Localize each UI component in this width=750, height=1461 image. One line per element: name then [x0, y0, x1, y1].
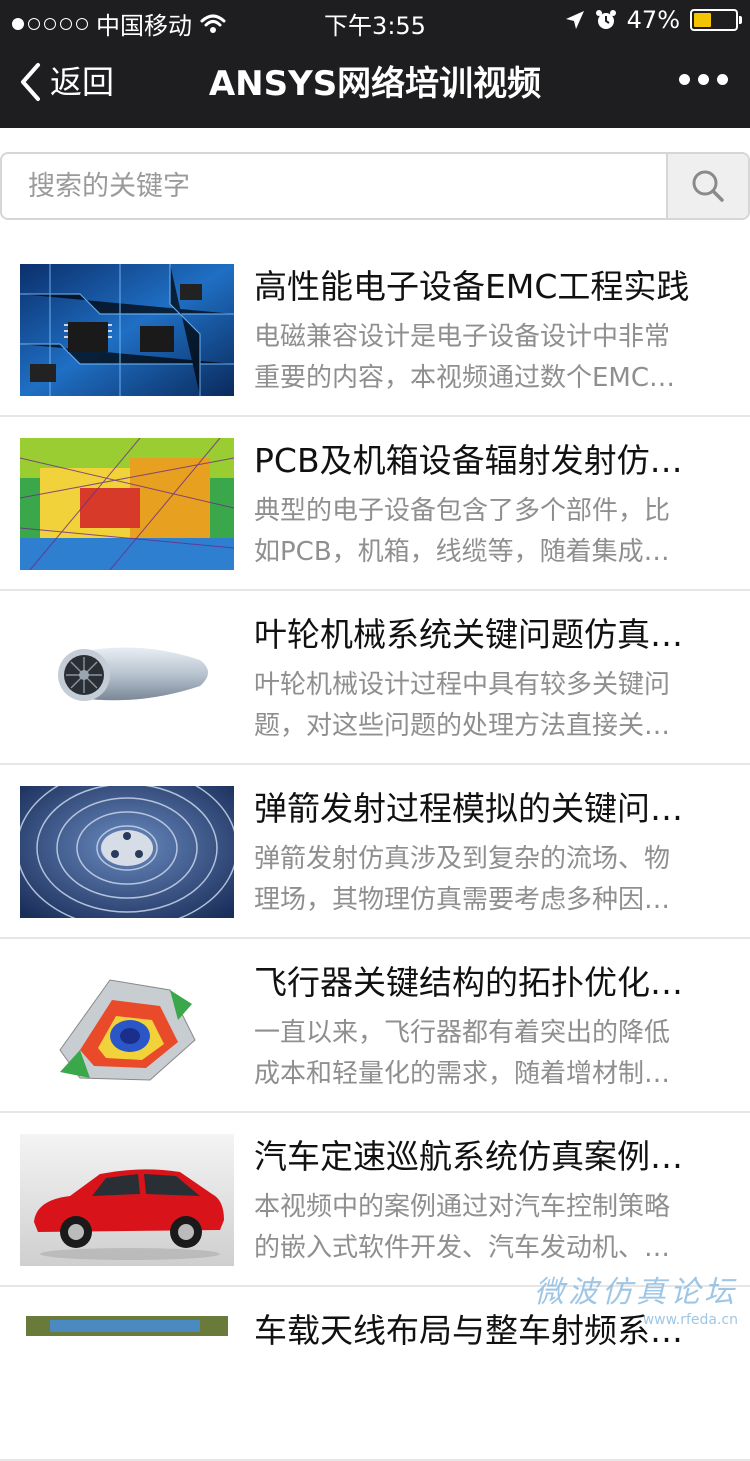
watermark-url: www.rfeda.cn — [642, 1312, 738, 1328]
thumbnail-topology-part — [20, 960, 234, 1092]
more-dot-icon — [679, 74, 690, 85]
more-dot-icon — [698, 74, 709, 85]
item-title: 飞行器关键结构的拓扑优化… — [254, 963, 683, 1002]
alarm-icon — [595, 10, 616, 29]
item-desc-line: 题，对这些问题的处理方法直接关… — [254, 711, 671, 741]
thumbnail-fan-grill — [20, 786, 234, 918]
item-description: 典型的电子设备包含了多个部件，比 如PCB，机箱，线缆等，随着集成… — [254, 491, 704, 573]
list-item[interactable]: 汽车定速巡航系统仿真案例… 本视频中的案例通过对汽车控制策略 的嵌入式软件开发、… — [0, 1113, 750, 1287]
item-desc-line: 一直以来，飞行器都有着突出的降低 — [254, 1018, 671, 1048]
watermark: 微波仿真论坛 www.rfeda.cn — [534, 1275, 738, 1329]
back-label: 返回 — [50, 63, 115, 101]
status-bar: 中国移动 下午3:55 47% — [0, 0, 750, 40]
item-desc-line: 弹箭发射仿真涉及到复杂的流场、物 — [254, 844, 671, 874]
item-description: 弹箭发射仿真涉及到复杂的流场、物 理场，其物理仿真需要考虑多种因… — [254, 839, 704, 921]
item-desc-line: 成本和轻量化的需求，随着增材制… — [254, 1059, 671, 1089]
item-desc-line: 重要的内容，本视频通过数个EMC… — [254, 363, 676, 393]
more-menu-button[interactable] — [679, 74, 728, 85]
list-item[interactable]: 叶轮机械系统关键问题仿真… 叶轮机械设计过程中具有较多关键问 题，对这些问题的处… — [0, 591, 750, 765]
item-desc-line: 如PCB，机箱，线缆等，随着集成… — [254, 537, 670, 567]
list-item[interactable]: PCB及机箱设备辐射发射仿… 典型的电子设备包含了多个部件，比 如PCB，机箱，… — [0, 417, 750, 591]
thumbnail-antenna-vehicle — [20, 1308, 234, 1440]
thumbnail-circuit-board — [20, 264, 234, 396]
item-desc-line: 电磁兼容设计是电子设备设计中非常 — [254, 322, 671, 352]
search-input[interactable] — [2, 154, 668, 218]
battery-icon — [690, 9, 742, 31]
watermark-text: 微波仿真论坛 — [534, 1275, 738, 1310]
search-bar — [0, 152, 750, 220]
item-description: 本视频中的案例通过对汽车控制策略 的嵌入式软件开发、汽车发动机、… — [254, 1187, 704, 1269]
list-item[interactable]: 弹箭发射过程模拟的关键问… 弹箭发射仿真涉及到复杂的流场、物 理场，其物理仿真需… — [0, 765, 750, 939]
location-icon — [565, 11, 584, 29]
item-description: 一直以来，飞行器都有着突出的降低 成本和轻量化的需求，随着增材制… — [254, 1013, 704, 1095]
search-icon — [692, 170, 724, 202]
item-title: 弹箭发射过程模拟的关键问… — [254, 789, 683, 828]
thumbnail-red-car — [20, 1134, 234, 1266]
chevron-left-icon — [21, 63, 40, 101]
page-title: ANSYS网络培训视频 — [208, 64, 542, 104]
item-desc-line: 本视频中的案例通过对汽车控制策略 — [254, 1192, 671, 1222]
item-desc-line: 的嵌入式软件开发、汽车发动机、… — [254, 1233, 671, 1263]
thumbnail-jet-engine — [20, 612, 234, 744]
more-dot-icon — [717, 74, 728, 85]
item-desc-line: 叶轮机械设计过程中具有较多关键问 — [254, 670, 671, 700]
item-title: 高性能电子设备EMC工程实践 — [254, 267, 690, 306]
item-title: 汽车定速巡航系统仿真案例… — [254, 1137, 683, 1176]
battery-percent: 47% — [626, 6, 680, 34]
list-item[interactable]: 高性能电子设备EMC工程实践 电磁兼容设计是电子设备设计中非常 重要的内容，本视… — [0, 243, 750, 417]
item-title: 叶轮机械系统关键问题仿真… — [254, 615, 683, 654]
item-title: PCB及机箱设备辐射发射仿… — [254, 441, 683, 480]
nav-bar: 返回 ANSYS网络培训视频 — [0, 40, 750, 128]
item-description: 电磁兼容设计是电子设备设计中非常 重要的内容，本视频通过数个EMC… — [254, 317, 704, 399]
back-button[interactable]: 返回 — [18, 62, 114, 102]
status-right: 47% — [565, 6, 742, 34]
list-item[interactable]: 飞行器关键结构的拓扑优化… 一直以来，飞行器都有着突出的降低 成本和轻量化的需求… — [0, 939, 750, 1113]
item-description: 叶轮机械设计过程中具有较多关键问 题，对这些问题的处理方法直接关… — [254, 665, 704, 747]
search-button[interactable] — [666, 154, 748, 218]
item-desc-line: 理场，其物理仿真需要考虑多种因… — [254, 885, 671, 915]
thumbnail-pcb-heatmap — [20, 438, 234, 570]
item-desc-line: 典型的电子设备包含了多个部件，比 — [254, 496, 671, 526]
